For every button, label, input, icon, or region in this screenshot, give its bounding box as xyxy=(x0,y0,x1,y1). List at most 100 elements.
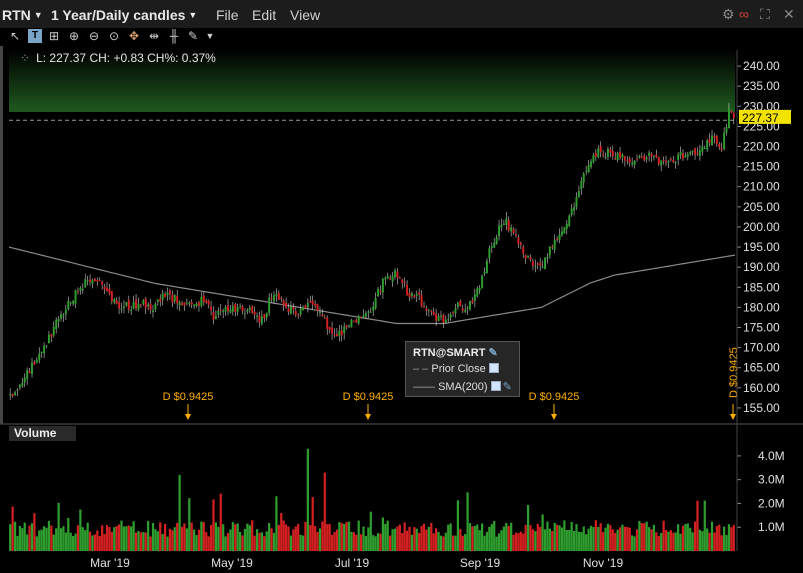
volume-bar xyxy=(459,529,462,551)
candle-body xyxy=(47,334,50,343)
candle-body xyxy=(498,225,501,237)
volume-bar xyxy=(190,522,193,551)
candle-body xyxy=(427,309,430,311)
candle-body xyxy=(118,302,121,309)
price-tick-label: 210.00 xyxy=(743,180,780,194)
legend-item-sma[interactable]: —— SMA(200) ✎ xyxy=(413,380,512,393)
candle-body xyxy=(231,305,234,312)
candle-body xyxy=(515,234,517,236)
zoom-in-icon[interactable]: ⊕ xyxy=(67,29,81,43)
candle-body xyxy=(268,297,271,313)
candle-body xyxy=(120,308,123,310)
text-tool-icon[interactable]: T xyxy=(28,29,42,43)
candle-body xyxy=(139,304,142,306)
volume-bar xyxy=(42,526,46,551)
candle-body xyxy=(190,302,193,305)
volume-bar xyxy=(679,533,682,551)
volume-bar xyxy=(425,529,428,551)
candle-body xyxy=(98,279,101,281)
volume-bar xyxy=(84,530,87,551)
candle-body xyxy=(379,290,382,292)
candle-body xyxy=(321,314,324,317)
bar-style-icon[interactable]: ╫ xyxy=(167,29,181,43)
volume-bar xyxy=(454,535,457,551)
volume-bar xyxy=(655,532,658,551)
candle-body xyxy=(348,325,350,327)
menu-edit[interactable]: Edit xyxy=(252,7,276,23)
volume-bar xyxy=(86,522,89,551)
volume-bar xyxy=(217,526,220,551)
candle-body xyxy=(534,265,537,267)
pan-icon[interactable]: ⊙ xyxy=(107,29,121,43)
split-icon[interactable]: ⇹ xyxy=(147,29,161,43)
price-tick-label: 170.00 xyxy=(743,341,780,355)
time-tick-label: Jul '19 xyxy=(335,556,370,570)
volume-bar xyxy=(432,533,435,551)
candle-body xyxy=(60,314,62,319)
volume-bar xyxy=(662,520,665,551)
settings-icon[interactable]: ✎ xyxy=(186,29,200,43)
volume-bar xyxy=(243,528,247,551)
candle-body xyxy=(198,302,200,306)
menu-file[interactable]: File xyxy=(216,7,239,23)
symbol-dropdown[interactable]: RTN ▼ xyxy=(2,7,43,23)
volume-bar xyxy=(62,526,65,551)
candle-body xyxy=(558,234,561,241)
candle-body xyxy=(9,394,12,396)
volume-bar xyxy=(360,534,363,551)
volume-bar xyxy=(268,522,271,551)
volume-tick-label: 2.0M xyxy=(758,496,785,510)
volume-bar xyxy=(81,527,84,551)
candle-body xyxy=(403,282,406,284)
volume-bar xyxy=(568,529,571,551)
gear-icon[interactable]: ⚙ xyxy=(722,6,735,23)
volume-bar xyxy=(45,527,48,551)
left-resize-handle[interactable] xyxy=(0,46,3,424)
candle-body xyxy=(43,345,46,354)
volume-bar xyxy=(137,530,140,551)
chart-canvas[interactable]: 240.00235.00230.00225.00220.00215.00210.… xyxy=(0,46,803,573)
candle-body xyxy=(396,271,399,278)
drawing-tool-icon[interactable]: ⊞ xyxy=(47,29,61,43)
crosshair-icon[interactable]: ↖ xyxy=(8,29,22,43)
zoom-out-icon[interactable]: ⊖ xyxy=(87,29,101,43)
candle-body xyxy=(715,135,718,144)
price-tick-label: 240.00 xyxy=(743,59,780,73)
volume-bar xyxy=(442,536,445,551)
candle-body xyxy=(297,315,300,317)
candle-body xyxy=(512,229,515,233)
candle-body xyxy=(23,377,26,383)
volume-bar xyxy=(156,531,159,551)
volume-bar xyxy=(691,532,694,551)
checkbox[interactable] xyxy=(488,363,499,373)
volume-bar xyxy=(701,531,704,551)
volume-bar xyxy=(98,535,101,551)
legend-item-prior-close[interactable]: ‒ ‒ Prior Close xyxy=(413,363,499,375)
candle-body xyxy=(367,311,370,313)
volume-bar xyxy=(209,524,213,551)
volume-bar xyxy=(115,525,118,551)
price-tick-label: 180.00 xyxy=(743,300,780,314)
close-icon[interactable]: ✕ xyxy=(783,6,795,23)
candle-body xyxy=(275,294,278,297)
candle-body xyxy=(674,162,677,164)
volume-bar xyxy=(543,529,547,551)
volume-bar xyxy=(318,528,322,551)
candle-body xyxy=(287,308,290,312)
chevron-down-icon[interactable]: ▼ xyxy=(203,29,217,43)
fit-icon[interactable]: ✥ xyxy=(127,29,141,43)
candle-body xyxy=(246,310,249,312)
period-dropdown[interactable]: 1 Year/Daily candles ▼ xyxy=(51,7,197,23)
menu-view[interactable]: View xyxy=(290,7,320,23)
candle-body xyxy=(577,191,580,198)
volume-bar xyxy=(202,522,205,551)
checkbox[interactable] xyxy=(490,381,501,391)
drag-handle-icon[interactable]: ⁘ xyxy=(20,51,30,65)
indicator-legend[interactable]: RTN@SMART ✎ ‒ ‒ Prior Close —— SMA(200) ✎ xyxy=(405,341,520,397)
maximize-icon[interactable]: ⛶ xyxy=(760,6,770,23)
candle-body xyxy=(96,279,99,282)
candle-body xyxy=(660,160,663,166)
candle-body xyxy=(345,325,348,328)
candle-body xyxy=(672,159,675,163)
link-icon[interactable]: ∞ xyxy=(739,6,749,22)
